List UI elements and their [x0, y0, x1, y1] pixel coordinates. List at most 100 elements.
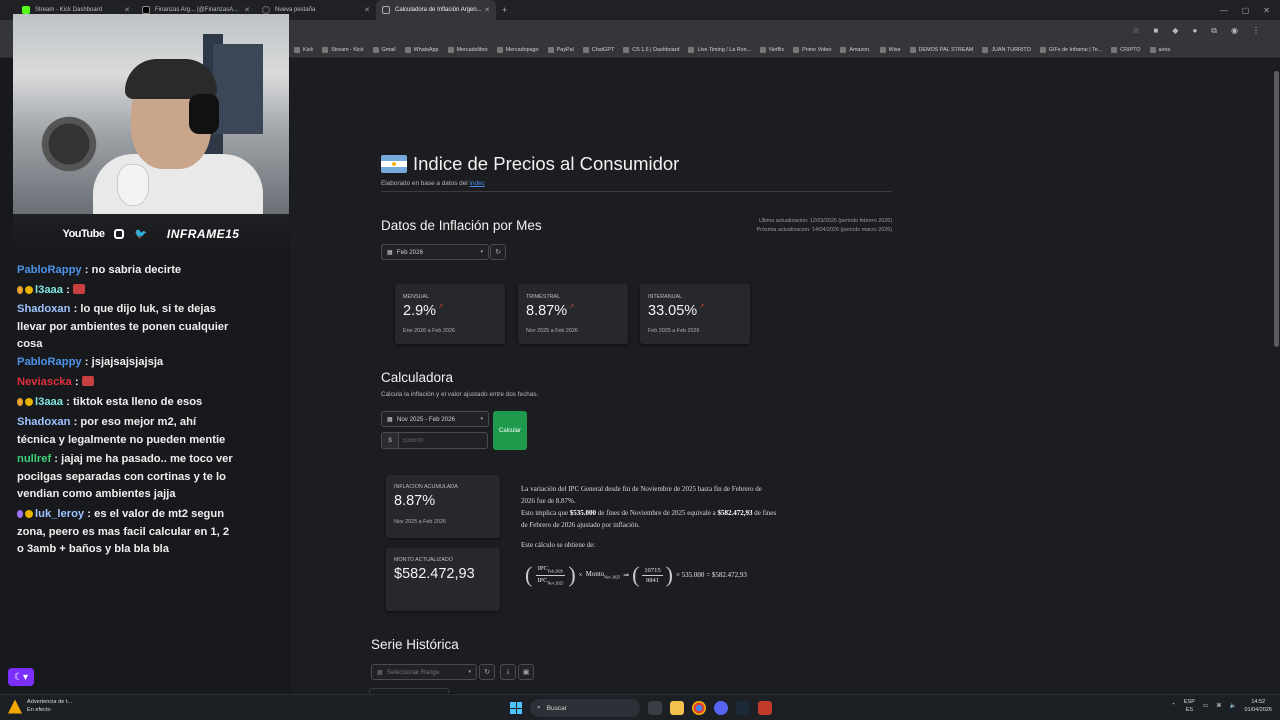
bookmark-item[interactable]: ChatGPT [582, 46, 614, 53]
blank-tab-icon [262, 6, 270, 14]
mate-cup [117, 164, 149, 206]
warning-icon [8, 699, 22, 714]
clock[interactable]: 14:52 01/04/2026 [1244, 698, 1272, 714]
monitor-icon[interactable]: ▭ [1203, 703, 1208, 709]
app-icon[interactable] [758, 701, 772, 715]
card-label: INTERANUAL [648, 294, 683, 300]
chat-username[interactable]: Shadoxan [17, 416, 70, 428]
chat-username[interactable]: nullref [17, 453, 51, 465]
chat-username[interactable]: Shadoxan [17, 303, 70, 315]
taskbar-search[interactable]: ⌕ Buscar [530, 699, 640, 717]
arrow-up-icon: ↗ [699, 304, 705, 310]
scrollbar-thumb[interactable] [1274, 71, 1279, 347]
monto-sub: Nov 2025 [604, 574, 621, 580]
month-select[interactable]: ▦ Feb 2026 ▾ [381, 244, 489, 260]
page-scrollbar[interactable] [1272, 59, 1280, 693]
indec-link[interactable]: indec [469, 180, 484, 187]
webcam-feed [13, 14, 289, 214]
value-denominator: 9841 [646, 576, 660, 584]
coin-badge-icon [25, 510, 33, 518]
chat-username[interactable]: Neviascka [17, 376, 72, 388]
bookmark-label: CS 1.6 | Dashboard [632, 46, 680, 53]
card-period: Ene 2026 a Feb 2026 [403, 328, 455, 334]
image-export-button[interactable]: ▣ [518, 664, 534, 680]
next-update: Próxima actualizacion: 14/04/2026 (perio… [756, 227, 892, 233]
chat-username[interactable]: l3aaa [35, 396, 63, 408]
windows-start-icon[interactable] [510, 702, 522, 714]
volume-icon[interactable]: 🔈 [1230, 703, 1237, 709]
file-explorer-icon[interactable] [670, 701, 684, 715]
chrome-icon[interactable] [692, 701, 706, 715]
bookmark-item[interactable]: Mercadolibre [447, 46, 488, 53]
puzzle-icon[interactable]: ⧉ [1211, 26, 1217, 36]
bookmark-item[interactable]: Amazon. [840, 46, 871, 53]
bookmark-item[interactable]: WhatsApp [404, 46, 439, 53]
bookmark-icon [840, 46, 847, 53]
calculator-heading: Calculadora [381, 370, 454, 385]
bookmark-item[interactable]: Live Timing / La Ron... [688, 46, 751, 53]
bookmark-item[interactable]: Kick [294, 46, 313, 53]
chat-username[interactable]: l3aaa [35, 284, 63, 296]
bookmark-item[interactable]: Prime Video [793, 46, 831, 53]
bookmark-icon [909, 46, 916, 53]
menu-icon[interactable]: ⋮ [1252, 26, 1260, 36]
extension-icon[interactable]: ● [1192, 26, 1197, 36]
card-label: INFLACION ACUMULADA [394, 484, 458, 490]
tab-calculadora[interactable]: Calculadora de Inflación Argen... ✕ [376, 0, 496, 20]
bookmark-item[interactable]: DEMOS PAL STREAM [909, 46, 973, 53]
bookmark-item[interactable]: JUAN TURRITO [982, 46, 1031, 53]
bookmark-item[interactable]: aires [1149, 46, 1170, 53]
close-icon[interactable]: ✕ [484, 6, 490, 14]
extension-icon[interactable]: ◆ [1172, 26, 1178, 36]
close-icon[interactable]: ✕ [364, 6, 370, 14]
bookmark-item[interactable]: Wise [879, 46, 901, 53]
bookmark-label: WhatsApp [413, 46, 439, 53]
chat-separator: : [51, 453, 62, 465]
close-icon[interactable]: ✕ [124, 6, 130, 14]
extension-icon[interactable]: ■ [1153, 26, 1158, 36]
language-indicator[interactable]: ESP ES [1184, 698, 1195, 714]
task-view-icon[interactable] [648, 701, 662, 715]
calculate-button[interactable]: Calcular [493, 411, 527, 450]
profile-icon[interactable]: ◉ [1231, 26, 1238, 36]
close-window-button[interactable]: ✕ [1263, 6, 1270, 15]
range-select[interactable]: ▦ Nov 2025 - Feb 2026 ▾ [381, 411, 489, 427]
kick-icon [22, 6, 30, 14]
steam-icon[interactable] [736, 701, 750, 715]
bookmark-item[interactable]: Mercadopago [496, 46, 539, 53]
history-range-select[interactable]: ▦ Seleccionar Rango ▾ [371, 664, 477, 680]
card-value: 8.87% [394, 493, 436, 509]
chat-username[interactable]: PabloRappy [17, 264, 82, 276]
theme-toggle-button[interactable]: ☾▾ [8, 668, 34, 686]
system-tray: ⌃ ESP ES ▭ ⌘ 🔈 14:52 01/04/2026 [1171, 698, 1272, 714]
notification-title: Advertencia de t... [27, 699, 73, 705]
maximize-button[interactable]: ▢ [1242, 6, 1250, 15]
chevron-up-icon[interactable]: ⌃ [1171, 703, 1176, 709]
bookmark-item[interactable]: Stream - Kick [322, 46, 364, 53]
bookmark-item[interactable]: PayPal [547, 46, 574, 53]
chat-separator: : [63, 284, 73, 296]
new-tab-button[interactable]: + [502, 5, 507, 15]
download-button[interactable]: ⤓ [500, 664, 516, 680]
refresh-button[interactable]: ↻ [490, 244, 506, 260]
close-icon[interactable]: ✕ [244, 6, 250, 14]
bookmark-item[interactable]: Gmail [372, 46, 396, 53]
social-banner: YouTube 🐦 INFRAME15 [13, 214, 289, 254]
page-title-text: Indice de Precios al Consumidor [413, 153, 680, 174]
bookmark-item[interactable]: CRIPTO [1111, 46, 1141, 53]
bookmark-item[interactable]: GIFs de Inframe | Te... [1039, 46, 1102, 53]
network-icon[interactable]: ⌘ [1216, 703, 1222, 709]
bookmark-item[interactable]: CS 1.6 | Dashboard [623, 46, 680, 53]
clock-time: 14:52 [1251, 699, 1266, 705]
bookmark-item[interactable]: Netflix [760, 46, 784, 53]
star-icon[interactable]: ☆ [1132, 26, 1139, 36]
minimize-button[interactable]: — [1220, 6, 1228, 15]
history-refresh-button[interactable]: ↻ [479, 664, 495, 680]
discord-icon[interactable] [714, 701, 728, 715]
implies-sign: ⇒ [623, 571, 630, 579]
amount-input[interactable] [399, 432, 488, 449]
chat-username[interactable]: luk_leroy [35, 508, 84, 520]
notification-widget[interactable]: Advertencia de t... En efecto [8, 699, 72, 714]
window [213, 44, 263, 134]
chat-username[interactable]: PabloRappy [17, 356, 82, 368]
